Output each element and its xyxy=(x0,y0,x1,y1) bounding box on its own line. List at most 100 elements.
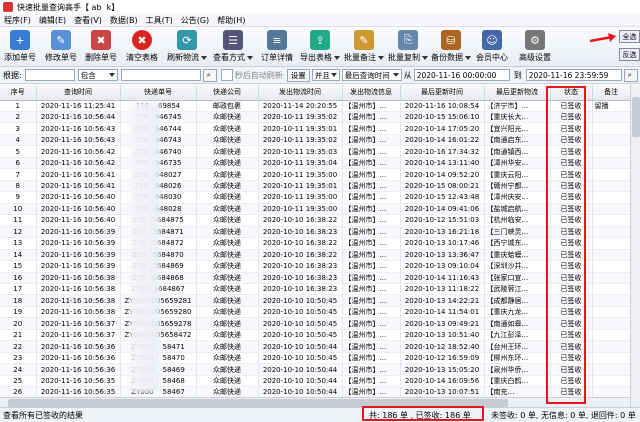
table-cell: 【泉州华侨... xyxy=(484,363,551,376)
select-all-button[interactable]: 全选 xyxy=(619,30,640,43)
table-cell: 众邮快递 xyxy=(196,352,259,365)
column-header[interactable]: 发出物流信息 xyxy=(342,85,401,101)
table-row[interactable]: 222020-11-16 10:56:36ZY000 58471众邮快递2020… xyxy=(0,340,631,353)
search-icon[interactable]: ⌕ xyxy=(202,68,217,82)
toolbar-button[interactable]: ⚙ 高级设置 xyxy=(512,27,558,65)
table-cell: 2020-10-10 10:50:45 xyxy=(258,329,343,342)
toolbar-button[interactable]: ✎ 修改单号 xyxy=(40,27,82,65)
table-cell: 2020-11-16 10:56:37 xyxy=(36,329,121,342)
menu-item[interactable]: 程序(F) xyxy=(0,15,35,26)
table-row[interactable]: 52020-11-16 10:56:42ZY0 646740众邮快递2020-1… xyxy=(0,145,631,158)
toolbar-button[interactable]: ⛁ 备份数据 xyxy=(430,27,472,65)
table-cell: 众邮快递 xyxy=(196,272,259,285)
table-row[interactable]: 42020-11-16 10:56:43ZY0 646743众邮快递2020-1… xyxy=(0,134,631,147)
toolbar-button[interactable]: ☰ 查看方式 xyxy=(210,27,256,65)
toolbar-button[interactable]: ✎ 批量备注 xyxy=(342,27,386,65)
table-cell: 9 xyxy=(0,191,37,204)
table-cell: 2020-10-10 16:38:23 xyxy=(258,283,343,296)
table-cell: 2020-10-13 10:17:46 xyxy=(400,237,485,250)
table-row[interactable]: 202020-11-16 10:56:37ZY0000005659278众邮快递… xyxy=(0,317,631,330)
table-cell: 已签收 xyxy=(550,237,593,250)
table-row[interactable]: 252020-11-16 10:56:35ZY000 58468众邮快递2020… xyxy=(0,375,631,388)
table-cell: 2020-10-11 19:35:03 xyxy=(258,145,343,158)
column-header[interactable]: 最后更新物流 xyxy=(484,85,551,101)
column-header[interactable]: 序号 xyxy=(0,85,37,101)
table-cell: 2020-10-15 08:00:21 xyxy=(400,180,485,193)
table-row[interactable]: 162020-11-16 10:56:38ZY0 5684868众邮快递2020… xyxy=(0,272,631,285)
menu-item[interactable]: 查看(V) xyxy=(70,15,106,26)
table-cell: 众邮快递 xyxy=(196,122,259,135)
table-row[interactable]: 62020-11-16 10:56:42ZY0 646735众邮快递2020-1… xyxy=(0,157,631,170)
logic-select[interactable]: 并且 xyxy=(311,69,340,81)
table-row[interactable]: 12020-11-16 11:25:41116 69854邮政包裹2020-11… xyxy=(0,100,631,112)
table-cell: 2020-11-16 10:56:41 xyxy=(36,168,121,181)
table-row[interactable]: 212020-11-16 10:56:37ZY0000005658472众邮快递… xyxy=(0,329,631,342)
menu-item[interactable]: 数据(B) xyxy=(106,15,142,26)
toolbar-button[interactable]: ⇪ 导出表格 xyxy=(298,27,342,65)
search-input[interactable] xyxy=(120,69,201,81)
search-field-select[interactable] xyxy=(24,69,75,81)
horizontal-scrollbar[interactable] xyxy=(0,397,630,407)
table-row[interactable]: 22020-11-16 10:56:44ZY0 646745众邮快递2020-1… xyxy=(0,111,631,124)
table-row[interactable]: 192020-11-16 10:56:38ZY0000005659280众邮快递… xyxy=(0,306,631,319)
column-header[interactable]: 快递单号 xyxy=(120,85,197,101)
toolbar-button[interactable]: ✖ 删除单号 xyxy=(82,27,120,65)
table-cell: 23 xyxy=(0,352,37,365)
table-cell: 已签收 xyxy=(550,283,593,296)
table-cell: 2020-10-10 10:50:45 xyxy=(258,306,343,319)
toolbar-button[interactable]: ✖ 清空表格 xyxy=(120,27,164,65)
match-mode-select[interactable]: 包含 xyxy=(77,69,118,81)
table-row[interactable]: 102020-11-16 10:56:40ZY0 648028众邮快递2020-… xyxy=(0,203,631,216)
table-row[interactable]: 112020-11-16 10:56:40ZY0 5684875众邮快递2020… xyxy=(0,214,631,227)
menu-item[interactable]: 编辑(E) xyxy=(35,15,70,26)
column-header[interactable]: 发出物流时间 xyxy=(258,85,343,101)
table-cell: 【温州市】... xyxy=(342,237,401,250)
table-cell: 2020-10-10 10:50:44 xyxy=(258,340,343,353)
table-cell: 2020-11-14 20:20:55 xyxy=(258,100,343,112)
table-row[interactable]: 72020-11-16 10:56:41ZY0 648027众邮快递2020-1… xyxy=(0,168,631,181)
table-row[interactable]: 242020-11-16 10:56:36ZY000 58469众邮快递2020… xyxy=(0,363,631,376)
table-cell: 已签收 xyxy=(550,272,593,285)
table-row[interactable]: 132020-11-16 10:56:39ZY0 5684872众邮快递2020… xyxy=(0,237,631,250)
column-header[interactable]: 状态 xyxy=(550,85,593,101)
table-row[interactable]: 82020-11-16 10:56:41ZY0 648026众邮快递2020-1… xyxy=(0,180,631,193)
table-row[interactable]: 172020-11-16 10:56:38ZY00 5684867众邮快递202… xyxy=(0,283,631,296)
auto-refresh-checkbox[interactable] xyxy=(220,69,233,81)
table-row[interactable]: 32020-11-16 10:56:43ZY0 646744众邮快递2020-1… xyxy=(0,122,631,135)
table-cell: 22 xyxy=(0,340,37,353)
menu-item[interactable]: 工具(T) xyxy=(142,15,177,26)
table-cell: 2020-11-16 10:56:38 xyxy=(36,306,121,319)
column-header[interactable]: 快递公司 xyxy=(196,85,259,101)
table-cell: 【杭州临安... xyxy=(484,214,551,227)
table-row[interactable]: 232020-11-16 10:56:36ZY000 58470众邮快递2020… xyxy=(0,352,631,365)
toolbar-button[interactable]: ≡ 订单详情 xyxy=(256,27,298,65)
settings-button[interactable]: 设置 xyxy=(286,68,310,82)
menu-item[interactable]: 公告(G) xyxy=(177,15,213,26)
toolbar-label: 高级设置 xyxy=(519,53,551,62)
column-header[interactable]: 最后更新时间 xyxy=(400,85,485,101)
invert-selection-button[interactable]: 反选 xyxy=(619,48,640,61)
to-datetime-input[interactable]: 2020-11-16 23:59:59 xyxy=(525,69,622,81)
table-row[interactable]: 122020-11-16 10:56:39ZY0 5684871众邮快递2020… xyxy=(0,226,631,239)
table-cell: 已签收 xyxy=(550,191,593,204)
menu-item[interactable]: 帮助(H) xyxy=(213,15,249,26)
table-row[interactable]: 152020-11-16 10:56:39ZY0 5684869众邮快递2020… xyxy=(0,260,631,273)
column-header[interactable]: 查询时间 xyxy=(36,85,121,101)
table-cell: 2020-10-14 17:05:20 xyxy=(400,122,485,135)
from-datetime-input[interactable]: 2020-11-16 00:00:00 xyxy=(413,69,510,81)
toolbar-button[interactable]: ⟳ 刷新物流 xyxy=(164,27,210,65)
toolbar-button[interactable]: + 添加单号 xyxy=(0,27,40,65)
toolbar-button[interactable]: ⎘ 批量复制 xyxy=(386,27,430,65)
table-row[interactable]: 92020-11-16 10:56:40ZY0 648030众邮快递2020-1… xyxy=(0,191,631,204)
table-row[interactable]: 142020-11-16 10:56:39ZY0 5684870众邮快递2020… xyxy=(0,249,631,262)
table-cell: 已签收 xyxy=(550,168,593,181)
toolbar-button[interactable]: ☺ 会员中心 xyxy=(472,27,512,65)
search-go-icon[interactable]: ⌕ xyxy=(623,68,638,82)
table-cell xyxy=(592,134,631,147)
time-field-select[interactable]: 最后查询时间 xyxy=(341,69,402,81)
column-header[interactable]: 备注 xyxy=(592,85,631,101)
toolbar-label: 批量复制 xyxy=(388,53,420,62)
table-cell: 16 xyxy=(0,272,37,285)
table-row[interactable]: 182020-11-16 10:56:38ZY0000005659281众邮快递… xyxy=(0,294,631,307)
vertical-scrollbar[interactable] xyxy=(630,85,640,407)
